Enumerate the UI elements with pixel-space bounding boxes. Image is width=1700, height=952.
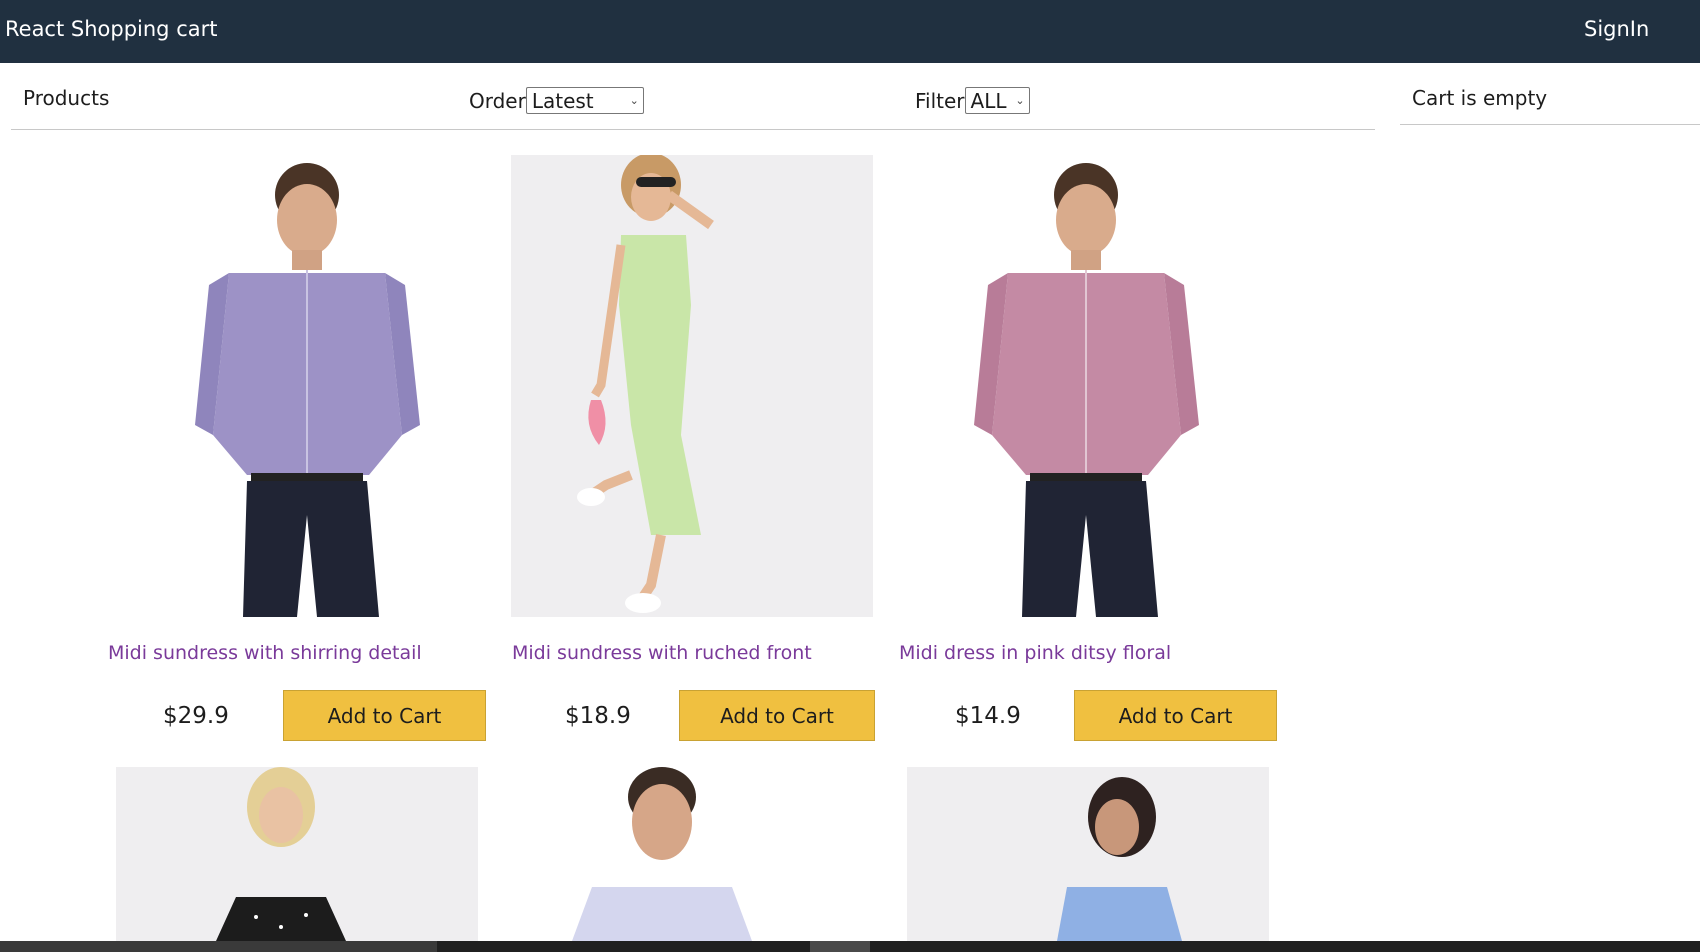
cart-empty-message: Cart is empty bbox=[1412, 86, 1548, 110]
product-image[interactable] bbox=[512, 767, 874, 941]
woman-in-green-midi-dress-image bbox=[511, 155, 873, 617]
man-in-light-shirt-image bbox=[572, 767, 752, 941]
product-image[interactable] bbox=[906, 155, 1268, 617]
filter-label: Filter bbox=[915, 88, 965, 113]
brand-link[interactable]: React Shopping cart bbox=[5, 17, 217, 41]
product-price: $14.9 bbox=[955, 703, 1021, 729]
filter-bar: Products Order Latest ⌄ Filter ALL ⌄ bbox=[11, 64, 1375, 130]
cart-panel: Cart is empty bbox=[1400, 64, 1700, 125]
man-in-purple-gingham-shirt-image bbox=[195, 163, 420, 617]
filter-select[interactable]: ALL ⌄ bbox=[964, 87, 1030, 114]
woman-in-blue-dress-image bbox=[907, 767, 1269, 941]
product-price: $29.9 bbox=[163, 703, 229, 729]
add-to-cart-button[interactable]: Add to Cart bbox=[283, 690, 486, 741]
product-title-link[interactable]: Midi sundress with shirring detail bbox=[108, 642, 422, 664]
app-header: React Shopping cart SignIn bbox=[0, 0, 1700, 63]
chevron-down-icon: ⌄ bbox=[629, 94, 639, 107]
product-title-link[interactable]: Midi sundress with ruched front bbox=[512, 642, 812, 664]
products-label: Products bbox=[23, 86, 110, 110]
order-select-value: Latest bbox=[531, 88, 594, 113]
order-label: Order bbox=[469, 88, 526, 113]
order-control: Order Latest ⌄ bbox=[469, 87, 644, 114]
scrollbar-thumb[interactable] bbox=[810, 941, 870, 952]
man-in-red-gingham-shirt-image bbox=[974, 163, 1199, 617]
filter-select-value: ALL bbox=[970, 88, 1007, 113]
scrollbar-track-segment bbox=[0, 941, 437, 952]
chevron-down-icon: ⌄ bbox=[1015, 94, 1025, 107]
product-price: $18.9 bbox=[565, 703, 631, 729]
product-image[interactable] bbox=[511, 155, 873, 617]
product-image[interactable] bbox=[907, 767, 1269, 941]
product-title-link[interactable]: Midi dress in pink ditsy floral bbox=[899, 642, 1171, 664]
woman-in-black-polka-dot-dress-image bbox=[116, 767, 478, 941]
add-to-cart-button[interactable]: Add to Cart bbox=[1074, 690, 1277, 741]
add-to-cart-button[interactable]: Add to Cart bbox=[679, 690, 875, 741]
filter-control: Filter ALL ⌄ bbox=[915, 87, 1030, 114]
horizontal-scrollbar[interactable] bbox=[0, 941, 1700, 952]
product-image[interactable] bbox=[116, 767, 478, 941]
order-select[interactable]: Latest ⌄ bbox=[525, 87, 644, 114]
signin-link[interactable]: SignIn bbox=[1584, 17, 1649, 41]
product-image[interactable] bbox=[117, 155, 479, 617]
